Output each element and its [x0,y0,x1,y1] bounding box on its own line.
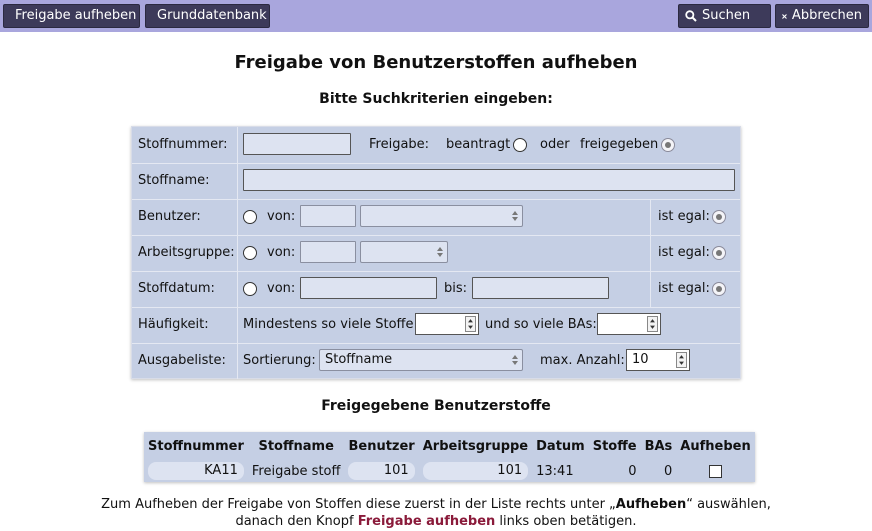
stoffdatum-von-input[interactable] [300,277,437,299]
stoffdatum-radio[interactable] [243,282,257,296]
page-title: Freigabe von Benutzerstoffen aufheben [234,52,638,73]
footer-line1-c: “ auswählen, [686,497,771,512]
mindestens-stoffe-stepper[interactable] [415,313,479,335]
col-bas: BAs [644,438,673,454]
haeufigkeit-label: Häufigkeit: [138,317,209,332]
col-aufheben: Aufheben [680,438,751,454]
footer-line1-a: Zum Aufheben der Freigabe von Stoffen di… [101,497,616,512]
beantragt-label: beantragt [446,137,511,152]
search-button[interactable]: Suchen [678,4,771,28]
row-stoffname: Stoffname: [132,163,740,200]
stoffnummer-label: Stoffnummer: [138,137,228,152]
col-benutzer: Benutzer [348,438,415,454]
und-bas-label: und so viele BAs: [485,317,597,332]
max-anzahl-value: 10 [632,352,649,367]
stoffnummer-input[interactable] [243,133,351,155]
benutzer-ist-egal-radio[interactable] [712,210,726,224]
select-arrows-icon [437,247,443,257]
sortierung-label: Sortierung: [243,353,316,368]
cell-stoffe: 0 [628,463,637,479]
cancel-button-label: Abbrechen [791,8,862,23]
cell-arbeitsgruppe: 101 [422,462,529,480]
results-heading: Freigegebene Benutzerstoffe [321,398,551,414]
freigabe-label: Freigabe: [369,137,430,152]
footer-line2-a: danach den Knopf [235,514,358,529]
search-form: Stoffnummer: Freigabe: beantragt oder fr… [131,126,741,379]
close-icon [782,13,787,19]
col-datum: Datum [536,438,585,454]
database-button-label: Grunddatenbank [157,8,267,23]
stepper-arrows-icon [647,316,658,332]
benutzer-radio[interactable] [243,210,257,224]
col-stoffe: Stoffe [592,438,637,454]
criteria-heading: Bitte Suchkriterien eingeben: [319,91,553,107]
row-haeufigkeit: Häufigkeit: Mindestens so viele Stoffe: … [132,307,740,344]
footer-hint: Zum Aufheben der Freigabe von Stoffen di… [0,496,872,530]
row-benutzer: Benutzer: von: ist egal: [132,199,740,236]
benutzer-label: Benutzer: [138,209,201,224]
stoffdatum-bis-input[interactable] [472,277,609,299]
oder-label: oder [540,137,570,152]
select-arrows-icon [512,211,518,221]
max-anzahl-stepper[interactable]: 10 [626,349,690,371]
cell-benutzer: 101 [348,462,415,480]
results-header-row: Stoffnummer Stoffname Benutzer Arbeitsgr… [144,432,755,460]
beantragt-radio[interactable] [513,138,527,152]
bas-stepper[interactable] [597,313,661,335]
footer-release-link[interactable]: Freigabe aufheben [358,514,496,529]
sortierung-select[interactable]: Stoffname [319,349,523,371]
benutzer-ist-egal-label: ist egal: [658,209,710,224]
col-stoffname: Stoffname [258,438,334,454]
arbeitsgruppe-select[interactable] [360,241,448,263]
release-button[interactable]: Freigabe aufheben [3,4,140,28]
arbeitsgruppe-radio[interactable] [243,246,257,260]
results-table: Stoffnummer Stoffname Benutzer Arbeitsgr… [144,432,755,482]
arbeitsgruppe-ist-egal-radio[interactable] [712,246,726,260]
cell-stoffnummer: KA11 [148,462,244,480]
footer-line2-c: links oben betätigen. [495,514,637,529]
release-button-label: Freigabe aufheben [15,8,137,23]
arbeitsgruppe-von-input[interactable] [300,241,356,263]
stoffdatum-label: Stoffdatum: [138,281,215,296]
footer-line1-b: Aufheben [615,497,687,512]
cell-bas: 0 [664,463,673,479]
stoffdatum-ist-egal-label: ist egal: [658,281,710,296]
stoffdatum-von-label: von: [267,281,296,296]
stoffname-label: Stoffname: [138,173,210,188]
benutzer-von-input[interactable] [300,205,356,227]
select-arrows-icon [512,355,518,365]
cell-datum: 13:41 [536,463,574,479]
cell-stoffname: Freigabe stoff [251,463,341,479]
arbeitsgruppe-von-label: von: [267,245,296,260]
col-stoffnummer: Stoffnummer [148,438,244,454]
row-stoffnummer: Stoffnummer: Freigabe: beantragt oder fr… [132,127,740,164]
row-ausgabeliste: Ausgabeliste: Sortierung: Stoffname max.… [132,343,740,379]
aufheben-checkbox[interactable] [709,464,722,478]
mindestens-label: Mindestens so viele Stoffe: [243,317,418,332]
search-button-label: Suchen [702,8,751,23]
stoffname-input[interactable] [243,169,735,191]
freigegeben-radio[interactable] [661,138,675,152]
stoffdatum-bis-label: bis: [444,281,468,296]
row-stoffdatum: Stoffdatum: von: bis: ist egal: [132,271,740,308]
freigegeben-label: freigegeben [580,137,659,152]
row-arbeitsgruppe: Arbeitsgruppe: von: ist egal: [132,235,740,272]
search-icon [685,10,697,22]
stepper-arrows-icon [465,316,476,332]
database-button[interactable]: Grunddatenbank [145,4,270,28]
max-anzahl-label: max. Anzahl: [540,353,625,368]
ausgabeliste-label: Ausgabeliste: [138,353,226,368]
toolbar: Freigabe aufheben Grunddatenbank Suchen … [0,0,872,32]
cancel-button[interactable]: Abbrechen [775,4,869,28]
stoffdatum-ist-egal-radio[interactable] [712,282,726,296]
table-row[interactable]: KA11 Freigabe stoff 101 101 13:41 0 0 [144,460,755,482]
arbeitsgruppe-label: Arbeitsgruppe: [138,245,235,260]
benutzer-select[interactable] [360,205,523,227]
stepper-arrows-icon [676,352,687,368]
arbeitsgruppe-ist-egal-label: ist egal: [658,245,710,260]
sortierung-value: Stoffname [325,352,393,367]
benutzer-von-label: von: [267,209,296,224]
col-arbeitsgruppe: Arbeitsgruppe [422,438,529,454]
